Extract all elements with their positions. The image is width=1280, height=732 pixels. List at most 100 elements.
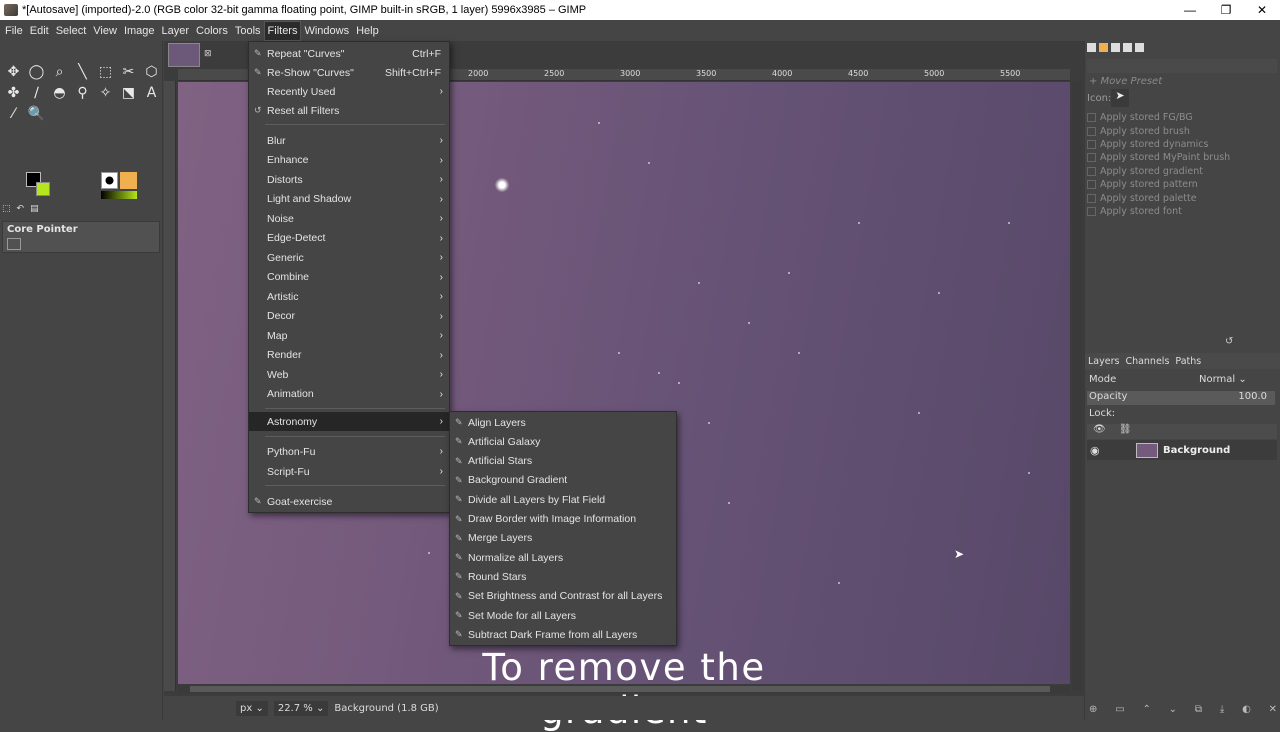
- opacity-value[interactable]: 100.0: [1238, 391, 1267, 402]
- menu-item-align-layers[interactable]: ✎ Align Layers: [450, 413, 676, 432]
- menu-item-render[interactable]: Render ›: [249, 346, 449, 365]
- device-status-tab-icon[interactable]: ⬚: [2, 204, 11, 218]
- pattern-preview[interactable]: [120, 172, 137, 189]
- warp-tool-icon[interactable]: ⬡: [140, 61, 163, 82]
- new-layer-icon[interactable]: ⊕: [1089, 704, 1097, 715]
- menu-help[interactable]: Help: [353, 22, 382, 40]
- duplicate-layer-icon[interactable]: ⧉: [1195, 704, 1202, 715]
- menu-item-python-fu[interactable]: Python-Fu ›: [249, 442, 449, 461]
- menu-item-brightness-contrast[interactable]: ✎ Set Brightness and Contrast for all Lay…: [450, 587, 676, 606]
- menu-item-enhance[interactable]: Enhance ›: [249, 151, 449, 170]
- zoom-tool-icon[interactable]: 🔍: [25, 103, 48, 124]
- menu-item-reshow-curves[interactable]: ✎ Re-Show "Curves" Shift+Ctrl+F: [249, 63, 449, 82]
- path-tool-icon[interactable]: ⬔: [117, 82, 140, 103]
- raise-layer-icon[interactable]: ⌃: [1142, 704, 1150, 715]
- image-tab-thumbnail[interactable]: [168, 43, 200, 67]
- menu-item-decor[interactable]: Decor ›: [249, 307, 449, 326]
- menu-edit[interactable]: Edit: [27, 22, 52, 40]
- image-tab-close-icon[interactable]: ⊠: [204, 49, 212, 59]
- menu-item-map[interactable]: Map ›: [249, 326, 449, 345]
- menu-item-astronomy[interactable]: Astronomy ›: [249, 412, 449, 431]
- menu-image[interactable]: Image: [121, 22, 158, 40]
- color-picker-icon[interactable]: ⁄: [2, 103, 25, 124]
- apply-stored-font[interactable]: Apply stored font: [1087, 205, 1277, 218]
- apply-stored-mypaint[interactable]: Apply stored MyPaint brush: [1087, 151, 1277, 164]
- unit-select[interactable]: px ⌄: [236, 700, 268, 716]
- menu-layer[interactable]: Layer: [159, 22, 193, 40]
- free-select-icon[interactable]: ⌕: [48, 61, 71, 82]
- apply-stored-dynamics[interactable]: Apply stored dynamics: [1087, 138, 1277, 151]
- checkbox[interactable]: [1087, 193, 1096, 203]
- brush-pattern-gradient-preview[interactable]: [101, 172, 139, 200]
- tab-paths[interactable]: Paths: [1172, 356, 1204, 367]
- images-tab-icon[interactable]: ▤: [30, 204, 39, 218]
- menu-item-normalize-all-layers[interactable]: ✎ Normalize all Layers: [450, 548, 676, 567]
- checkbox[interactable]: [1087, 126, 1096, 136]
- menu-item-repeat-curves[interactable]: ✎ Repeat "Curves" Ctrl+F: [249, 44, 449, 63]
- menu-item-round-stars[interactable]: ✎ Round Stars: [450, 567, 676, 586]
- menu-item-noise[interactable]: Noise ›: [249, 209, 449, 228]
- crop-tool-icon[interactable]: ⬚: [94, 61, 117, 82]
- pointer-icon[interactable]: ➤: [1111, 89, 1129, 107]
- smudge-tool-icon[interactable]: ✧: [94, 82, 117, 103]
- menu-item-blur[interactable]: Blur ›: [249, 131, 449, 150]
- menu-item-goat-exercise[interactable]: ✎ Goat-exercise: [249, 492, 449, 511]
- menu-item-artistic[interactable]: Artistic ›: [249, 287, 449, 306]
- close-button[interactable]: ✕: [1244, 3, 1280, 17]
- brushes-tab-icon[interactable]: [1111, 43, 1120, 52]
- checkbox[interactable]: [1087, 166, 1096, 176]
- layer-name[interactable]: Background: [1163, 445, 1230, 456]
- mode-select[interactable]: Normal ⌄: [1199, 374, 1247, 385]
- checkbox[interactable]: [1087, 139, 1096, 149]
- fg-bg-colors[interactable]: [26, 172, 54, 200]
- vertical-scrollbar[interactable]: [1072, 81, 1082, 691]
- horizontal-scrollbar[interactable]: [178, 685, 1070, 693]
- menu-item-script-fu[interactable]: Script-Fu ›: [249, 462, 449, 481]
- tool-options-tab-icon[interactable]: [1087, 43, 1096, 52]
- opacity-slider[interactable]: Opacity 100.0: [1087, 391, 1275, 405]
- merge-layer-icon[interactable]: ⤓: [1220, 704, 1224, 715]
- patterns-tab-icon[interactable]: [1123, 43, 1132, 52]
- menu-item-light-and-shadow[interactable]: Light and Shadow ›: [249, 190, 449, 209]
- checkbox[interactable]: [1087, 180, 1096, 190]
- menu-file[interactable]: File: [2, 22, 26, 40]
- menu-item-distorts[interactable]: Distorts ›: [249, 170, 449, 189]
- minimize-button[interactable]: —: [1172, 3, 1208, 17]
- apply-stored-pattern[interactable]: Apply stored pattern: [1087, 178, 1277, 191]
- ellipse-select-icon[interactable]: ◯: [25, 61, 48, 82]
- menu-select[interactable]: Select: [53, 22, 90, 40]
- clone-tool-icon[interactable]: ⚲: [71, 82, 94, 103]
- menu-item-generic[interactable]: Generic ›: [249, 248, 449, 267]
- eye-icon[interactable]: ◉: [1090, 444, 1106, 457]
- menu-item-combine[interactable]: Combine ›: [249, 268, 449, 287]
- menu-colors[interactable]: Colors: [193, 22, 231, 40]
- eraser-icon[interactable]: ◓: [48, 82, 71, 103]
- apply-stored-gradient[interactable]: Apply stored gradient: [1087, 165, 1277, 178]
- brush-preview[interactable]: [101, 172, 118, 189]
- delete-layer-icon[interactable]: ✕: [1269, 704, 1277, 715]
- gradients-tab-icon[interactable]: [1135, 43, 1144, 52]
- menu-filters[interactable]: Filters: [263, 20, 302, 41]
- menu-item-draw-border[interactable]: ✎ Draw Border with Image Information: [450, 510, 676, 529]
- menu-item-merge-layers[interactable]: ✎ Merge Layers: [450, 529, 676, 548]
- new-layer-group-icon[interactable]: ▭: [1115, 704, 1124, 715]
- layer-row[interactable]: ◉ Background: [1087, 440, 1277, 460]
- checkbox[interactable]: [1087, 153, 1096, 163]
- gradient-preview[interactable]: [101, 191, 137, 199]
- menu-item-set-mode[interactable]: ✎ Set Mode for all Layers: [450, 606, 676, 625]
- menu-item-animation[interactable]: Animation ›: [249, 385, 449, 404]
- menu-item-edge-detect[interactable]: Edge-Detect ›: [249, 229, 449, 248]
- scissors-icon[interactable]: ✂: [117, 61, 140, 82]
- maximize-button[interactable]: ❐: [1208, 3, 1244, 17]
- checkbox[interactable]: [1087, 206, 1096, 216]
- reset-icon[interactable]: ↺: [1225, 336, 1233, 347]
- mask-icon[interactable]: ◐: [1242, 704, 1251, 715]
- menu-item-reset-all-filters[interactable]: ↺ Reset all Filters: [249, 101, 449, 120]
- tab-layers[interactable]: Layers: [1085, 356, 1122, 367]
- lower-layer-icon[interactable]: ⌄: [1169, 704, 1177, 715]
- menu-item-divide-by-flat-field[interactable]: ✎ Divide all Layers by Flat Field: [450, 490, 676, 509]
- menu-item-artificial-stars[interactable]: ✎ Artificial Stars: [450, 452, 676, 471]
- menu-item-subtract-dark-frame[interactable]: ✎ Subtract Dark Frame from all Layers: [450, 625, 676, 644]
- menu-windows[interactable]: Windows: [301, 22, 352, 40]
- text-tool-icon[interactable]: A: [140, 82, 163, 103]
